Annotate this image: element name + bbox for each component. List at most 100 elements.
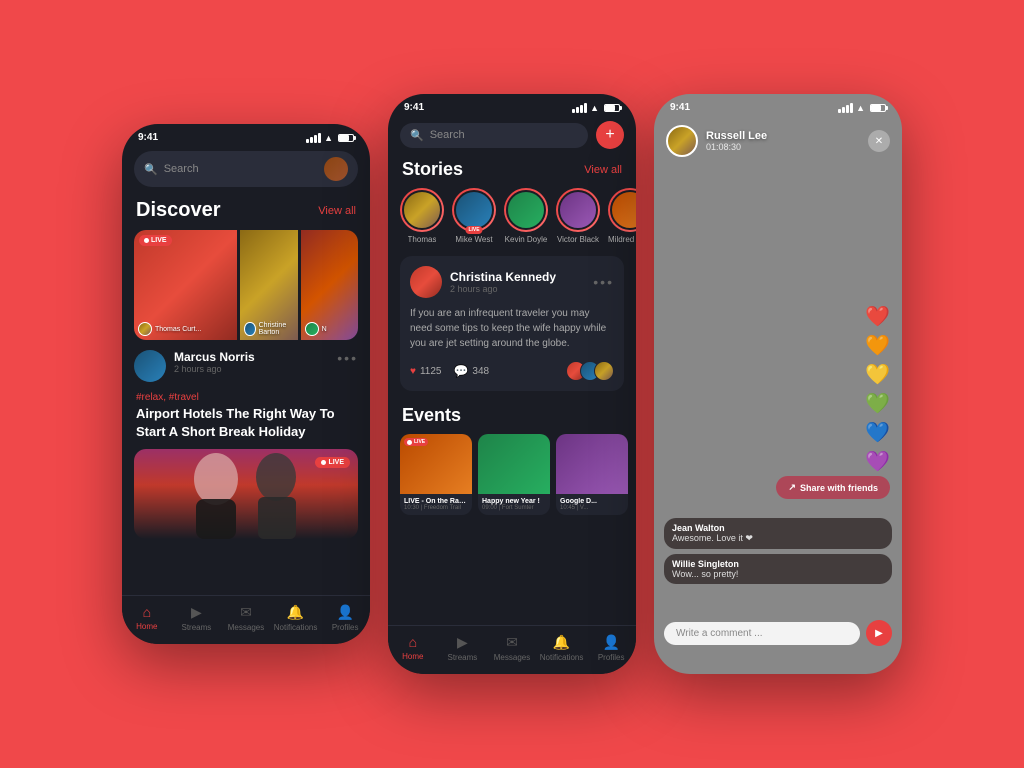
live-badge-video: LIVE: [315, 457, 350, 468]
live-user-info: Russell Lee 01:08:30: [706, 130, 860, 152]
profiles-icon-1: 👤: [336, 604, 353, 621]
live-top-bar: Russell Lee 01:08:30 ✕: [654, 117, 902, 163]
story-avatar-0: [402, 190, 442, 230]
nav-notifications-2[interactable]: 🔔 Notifications: [537, 634, 587, 662]
share-button[interactable]: ↗ Share with friends: [776, 476, 890, 499]
story-mike[interactable]: LIVE Mike West: [452, 188, 496, 244]
status-icons-1: ▲: [306, 133, 354, 143]
live-video-card-1[interactable]: LIVE: [134, 449, 358, 539]
like-count: 1125: [420, 366, 442, 377]
notifications-icon-1: 🔔: [287, 604, 304, 621]
nav-streams-1[interactable]: ▶ Streams: [172, 604, 222, 632]
phones-container: 9:41 ▲ 🔍 Search Discover Vi: [82, 64, 942, 704]
signal-icon-3: [838, 103, 853, 113]
search-add-row: 🔍 Search +: [400, 121, 624, 149]
send-button[interactable]: ▶: [866, 620, 892, 646]
event-time-0: 10:30 | Freedom Trail: [404, 505, 468, 511]
nav-messages-label-1: Messages: [228, 623, 264, 632]
story-victor[interactable]: Victor Black: [556, 188, 600, 244]
stories-view-all[interactable]: View all: [584, 164, 622, 176]
story-kevin[interactable]: Kevin Doyle: [504, 188, 548, 244]
home-icon-2: ⌂: [409, 634, 417, 650]
user-avatar-1: [324, 157, 348, 181]
post-card-1: Marcus Norris 2 hours ago •••: [134, 350, 358, 382]
live-comment-name-1: Willie Singleton: [672, 559, 884, 569]
like-action[interactable]: ♥ 1125: [410, 366, 441, 377]
share-label: Share with friends: [800, 483, 878, 493]
story-live-1: LIVE: [465, 226, 482, 234]
search-bar-2[interactable]: 🔍 Search: [400, 123, 588, 148]
hearts-container: ❤️ 🧡 💛 💚 💙 💜: [865, 304, 890, 474]
streams-icon-2: ▶: [457, 634, 468, 651]
stories-row: Thomas LIVE Mike West Kevin Doyle Vic: [388, 188, 636, 256]
notifications-icon-2: 🔔: [553, 634, 570, 651]
nav-streams-2[interactable]: ▶ Streams: [438, 634, 488, 662]
heart-icon: ♥: [410, 366, 416, 377]
post-avatar-1: [134, 350, 166, 382]
nav-messages-label-2: Messages: [494, 653, 530, 662]
heart-purple: 💜: [865, 449, 890, 474]
events-title: Events: [388, 401, 636, 434]
nav-notifications-label-2: Notifications: [540, 653, 584, 662]
messages-icon-2: ✉: [506, 634, 518, 651]
time-3: 9:41: [670, 102, 690, 113]
live-close-button[interactable]: ✕: [868, 130, 890, 152]
story-avatar-wrap-3: [556, 188, 600, 232]
story-name-0: Thomas: [408, 235, 437, 244]
post-time-1: 2 hours ago: [174, 364, 329, 374]
live-user-duration: 01:08:30: [706, 142, 860, 152]
live-comment-0: Jean Walton Awesome. Love it ❤: [664, 518, 892, 549]
story-avatar-wrap-4: [608, 188, 636, 232]
nav-profiles-2[interactable]: 👤 Profiles: [586, 634, 636, 662]
live-comment-1: Willie Singleton Wow... so pretty!: [664, 554, 892, 584]
event-img-2: [556, 434, 628, 494]
story-thomas[interactable]: Thomas: [400, 188, 444, 244]
live-user-name: Russell Lee: [706, 130, 860, 142]
discover-item-0[interactable]: LIVE Thomas Curt...: [134, 230, 237, 340]
comment-input[interactable]: Write a comment ...: [664, 622, 860, 645]
comment-placeholder: Write a comment ...: [676, 628, 763, 639]
nav-notifications-1[interactable]: 🔔 Notifications: [271, 604, 321, 632]
status-icons-3: ▲: [838, 103, 886, 113]
heart-blue: 💙: [865, 420, 890, 445]
discover-title: Discover: [136, 199, 221, 222]
heart-orange: 🧡: [865, 333, 890, 358]
feed-post-time: 2 hours ago: [450, 284, 556, 294]
event-0[interactable]: LIVE LIVE - On the Radio 10:30 | Freedom…: [400, 434, 472, 515]
nav-streams-label-2: Streams: [447, 653, 477, 662]
time-2: 9:41: [404, 102, 424, 113]
discover-user-0: Thomas Curt...: [155, 326, 201, 333]
event-img-0: LIVE: [400, 434, 472, 494]
discover-grid: LIVE Thomas Curt... Christine Barton N: [134, 230, 358, 340]
nav-notifications-label-1: Notifications: [274, 623, 318, 632]
event-info-0: LIVE - On the Radio 10:30 | Freedom Trai…: [400, 494, 472, 515]
discover-item-1[interactable]: Christine Barton: [240, 230, 297, 340]
nav-home-1[interactable]: ⌂ Home: [122, 604, 172, 632]
nav-home-label-1: Home: [136, 622, 157, 631]
nav-messages-2[interactable]: ✉ Messages: [487, 634, 537, 662]
story-mildred[interactable]: Mildred Miles: [608, 188, 636, 244]
home-icon-1: ⌂: [143, 604, 151, 620]
event-1[interactable]: Happy new Year ! 09:00 | Fort Sumter: [478, 434, 550, 515]
status-icons-2: ▲: [572, 103, 620, 113]
comment-action[interactable]: 💬 348: [453, 364, 489, 378]
post-dots-1[interactable]: •••: [337, 350, 358, 366]
discover-item-2[interactable]: N: [301, 230, 358, 340]
post-tags-1: #relax, #travel: [136, 392, 356, 403]
time-1: 9:41: [138, 132, 158, 143]
nav-profiles-1[interactable]: 👤 Profiles: [320, 604, 370, 632]
search-icon-1: 🔍: [144, 163, 158, 176]
search-bar-1[interactable]: 🔍 Search: [134, 151, 358, 187]
overlap-avatars: [566, 361, 614, 381]
comment-icon: 💬: [453, 364, 468, 378]
nav-messages-1[interactable]: ✉ Messages: [221, 604, 271, 632]
discover-view-all[interactable]: View all: [318, 205, 356, 217]
nav-home-2[interactable]: ⌂ Home: [388, 634, 438, 662]
nav-streams-label-1: Streams: [181, 623, 211, 632]
battery-icon: [338, 134, 354, 142]
story-avatar-1: [454, 190, 494, 230]
add-button[interactable]: +: [596, 121, 624, 149]
live-user-avatar: [666, 125, 698, 157]
event-2[interactable]: Google D... 10:45 | V...: [556, 434, 628, 515]
feed-post-dots[interactable]: •••: [593, 274, 614, 290]
